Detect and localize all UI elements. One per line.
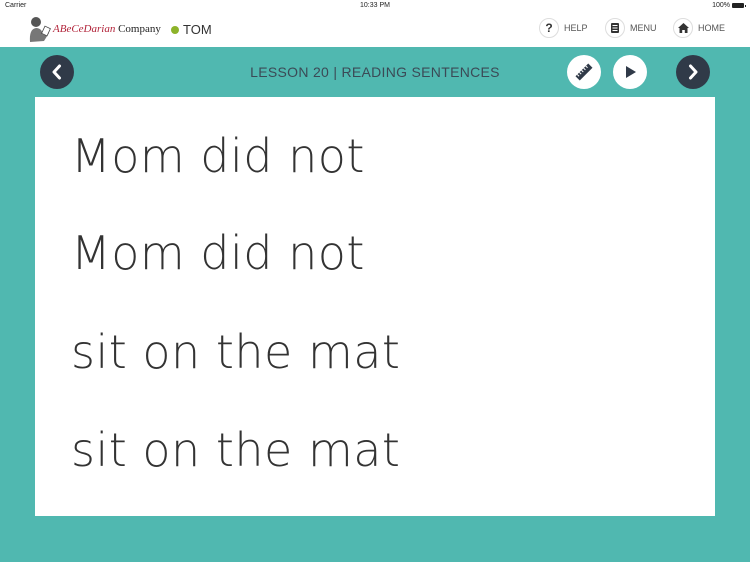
battery-percent: 100% [712,2,730,9]
home-button[interactable]: HOME [673,18,725,38]
menu-button[interactable]: MENU [605,18,657,38]
home-label: HOME [698,23,725,33]
play-icon [626,66,636,78]
battery-indicator: 100% [712,2,746,9]
sentence-line: sit on the mat [71,325,401,379]
sentence-line: Mom did not [71,226,365,280]
battery-icon [732,3,746,8]
company-logo: ABeCeDarian Company [27,15,161,43]
help-label: HELP [564,23,588,33]
top-bar: ABeCeDarian Company TOM ? HELP MENU HOME [0,12,750,47]
company-name: ABeCeDarian Company [53,23,161,35]
play-button[interactable] [613,55,647,89]
ruler-icon [575,63,593,81]
user-status-dot [171,25,179,34]
chevron-right-icon [689,64,698,80]
help-button[interactable]: ? HELP [539,18,588,38]
sentence-line: sit on the mat [71,423,401,477]
reader-illustration-icon [29,17,51,42]
home-icon [673,18,693,38]
sentence-line: Mom did not [71,129,365,183]
menu-icon [605,18,625,38]
reading-card: Mom did not Mom did not sit on the mat s… [35,97,715,516]
status-time: 10:33 PM [360,2,390,9]
current-user: TOM [171,22,212,37]
menu-label: MENU [630,23,657,33]
ruler-button[interactable] [567,55,601,89]
question-icon: ? [539,18,559,38]
next-button[interactable] [676,55,710,89]
user-name: TOM [183,22,212,37]
status-bar: Carrier 10:33 PM 100% [0,0,750,12]
